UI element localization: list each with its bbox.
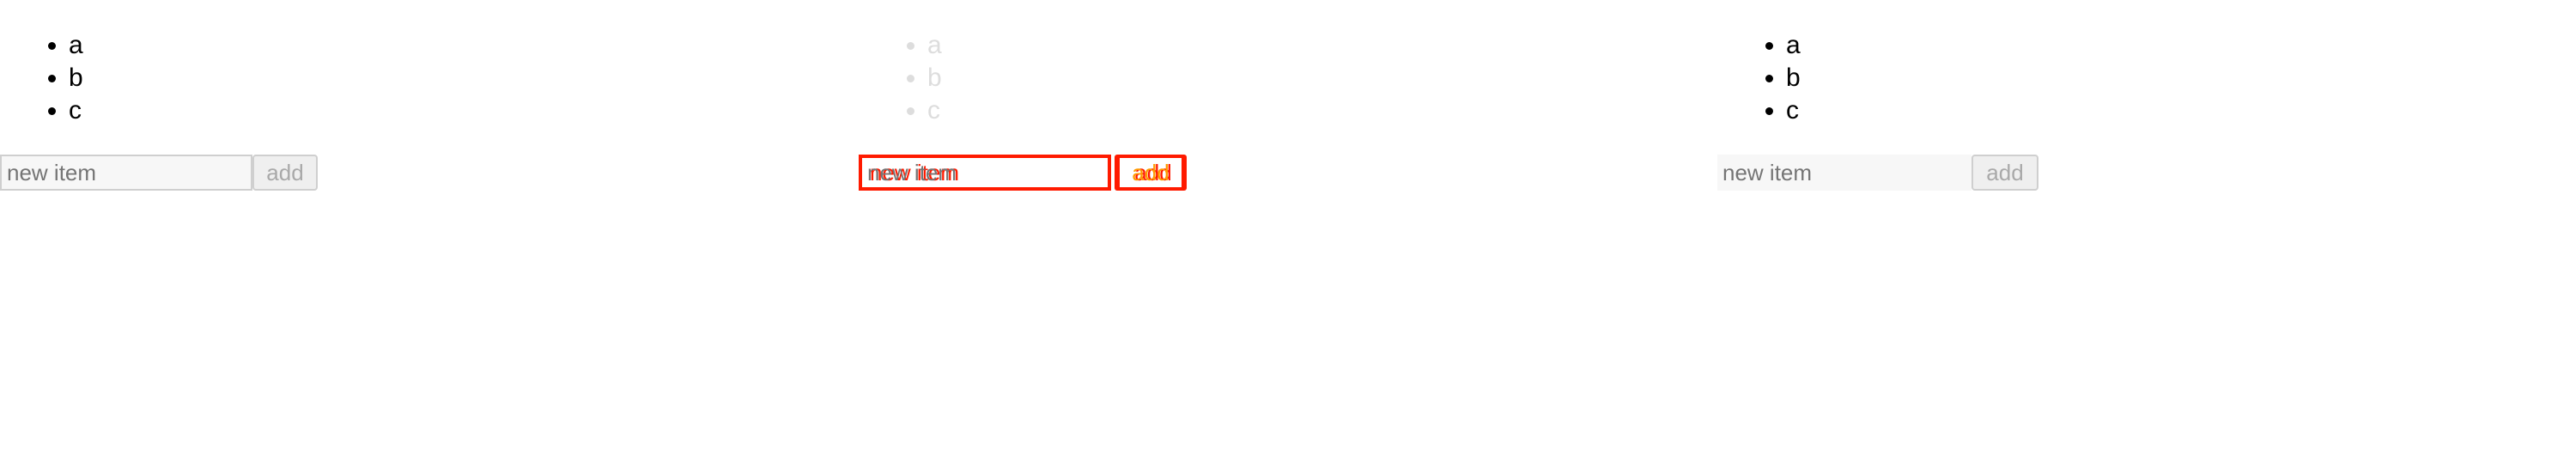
new-item-input[interactable] xyxy=(0,155,252,191)
list-item: c xyxy=(69,94,841,127)
todo-panel-diff: a b c add xyxy=(859,0,1700,474)
list-item: a xyxy=(927,29,1700,62)
add-item-row: add xyxy=(859,155,1185,191)
new-item-input[interactable] xyxy=(1717,155,1971,191)
add-button[interactable]: add xyxy=(1971,155,2038,191)
add-item-row: add xyxy=(1717,155,2038,191)
new-item-input[interactable] xyxy=(859,155,1111,191)
todo-panel-candidate: a b c add xyxy=(1717,0,2559,474)
todo-list: a b c xyxy=(0,0,841,127)
todo-list: a b c xyxy=(859,0,1700,127)
list-item: b xyxy=(927,62,1700,94)
add-item-row: add xyxy=(0,155,318,191)
list-item: c xyxy=(927,94,1700,127)
add-button[interactable]: add xyxy=(1116,155,1185,191)
list-item: b xyxy=(1786,62,2559,94)
list-item: a xyxy=(69,29,841,62)
list-item: b xyxy=(69,62,841,94)
list-item: a xyxy=(1786,29,2559,62)
todo-list: a b c xyxy=(1717,0,2559,127)
list-item: c xyxy=(1786,94,2559,127)
screenshot-stage: a b c add a b c add a b c add xyxy=(0,0,2576,474)
add-button[interactable]: add xyxy=(252,155,318,191)
todo-panel-reference: a b c add xyxy=(0,0,841,474)
